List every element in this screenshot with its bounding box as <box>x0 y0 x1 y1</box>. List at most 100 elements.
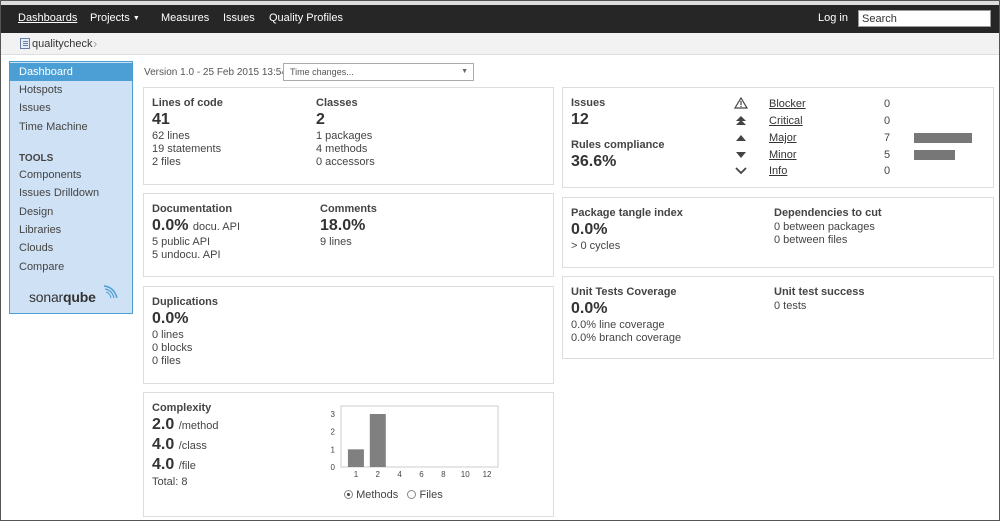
severity-info-link[interactable]: Info <box>769 165 787 177</box>
lines-count[interactable]: 62 lines <box>152 130 190 142</box>
packages-count[interactable]: 1 packages <box>316 130 372 142</box>
files-count[interactable]: 2 files <box>152 156 181 168</box>
methods-count[interactable]: 4 methods <box>316 143 367 155</box>
chart-x-tick: 12 <box>483 470 492 479</box>
documentation-value[interactable]: 0.0% docu. API <box>152 217 240 235</box>
breadcrumb-project[interactable]: qualitycheck <box>32 38 93 50</box>
sidebar-item-libraries[interactable]: Libraries <box>10 221 132 239</box>
line-coverage[interactable]: 0.0% line coverage <box>571 319 665 331</box>
sidebar-item-clouds[interactable]: Clouds <box>10 239 132 257</box>
severity-major-bar <box>914 133 972 143</box>
class-value: 4.0 <box>152 436 175 453</box>
undocumented-api-count[interactable]: 5 undocu. API <box>152 249 221 261</box>
sidebar-item-dashboard[interactable]: Dashboard <box>10 63 132 81</box>
severity-blocker-count: 0 <box>884 98 891 110</box>
statements-count[interactable]: 19 statements <box>152 143 221 155</box>
severity-info-count: 0 <box>884 165 891 177</box>
branch-coverage[interactable]: 0.0% branch coverage <box>571 332 681 344</box>
severity-minor-bar <box>914 150 955 160</box>
duplicated-lines[interactable]: 0 lines <box>152 329 184 341</box>
nav-dashboards[interactable]: Dashboards <box>18 12 77 24</box>
login-link[interactable]: Log in <box>818 12 848 24</box>
sonarqube-logo: sonarqube <box>29 289 96 305</box>
chart-plot-area <box>340 405 499 468</box>
severity-minor-link[interactable]: Minor <box>769 149 797 161</box>
chart-bar-1 <box>347 449 364 467</box>
chart-x-tick: 6 <box>419 470 424 479</box>
severity-major-link[interactable]: Major <box>769 132 797 144</box>
methods-radio[interactable] <box>344 490 353 499</box>
chart-y-tick: 0 <box>331 463 336 472</box>
complexity-distribution-chart: 0123 1 2 4 6 8 10 12 <box>331 405 499 479</box>
severity-major-count: 7 <box>884 132 891 144</box>
sidebar-item-components[interactable]: Components <box>10 166 132 184</box>
package-tangle-widget: Package tangle index 0.0% > 0 cycles Dep… <box>562 197 994 268</box>
files-radio-label[interactable]: Files <box>420 489 443 501</box>
severity-critical-link[interactable]: Critical <box>769 115 803 127</box>
dropdown-arrow-icon: ▼ <box>461 68 468 75</box>
rules-compliance-value[interactable]: 36.6% <box>571 153 616 171</box>
issues-value[interactable]: 12 <box>571 111 589 129</box>
between-files[interactable]: 0 between files <box>774 234 847 246</box>
search-input[interactable] <box>858 10 991 27</box>
duplicated-blocks[interactable]: 0 blocks <box>152 342 192 354</box>
duplications-value[interactable]: 0.0% <box>152 310 188 328</box>
issues-label: Issues <box>571 97 606 109</box>
rules-compliance-label: Rules compliance <box>571 139 665 151</box>
complexity-per-method[interactable]: 2.0 /method <box>152 416 218 434</box>
sidebar-item-time-machine[interactable]: Time Machine <box>10 118 132 136</box>
test-success-label: Unit test success <box>774 286 865 298</box>
duplicated-files[interactable]: 0 files <box>152 355 181 367</box>
critical-icon <box>736 116 746 125</box>
class-unit: /class <box>178 440 207 452</box>
methods-radio-label[interactable]: Methods <box>356 489 398 501</box>
chevron-right-icon: › <box>93 36 98 51</box>
time-changes-select[interactable]: Time changes... ▼ <box>283 63 474 81</box>
time-changes-value: Time changes... <box>290 67 354 77</box>
version-info: Version 1.0 - 25 Feb 2015 13:54 <box>144 67 287 78</box>
public-api-count[interactable]: 5 public API <box>152 236 210 248</box>
sidebar-item-design[interactable]: Design <box>10 203 132 221</box>
info-icon <box>735 167 747 175</box>
comments-label: Comments <box>320 203 377 215</box>
chart-x-tick: 2 <box>376 470 381 479</box>
comments-value[interactable]: 18.0% <box>320 217 365 235</box>
complexity-per-class[interactable]: 4.0 /class <box>152 436 207 454</box>
files-radio[interactable] <box>407 490 417 499</box>
documentation-widget: Documentation 0.0% docu. API 5 public AP… <box>143 193 554 277</box>
comment-lines[interactable]: 9 lines <box>320 236 352 248</box>
tests-count[interactable]: 0 tests <box>774 300 806 312</box>
nav-measures[interactable]: Measures <box>161 12 209 24</box>
loc-value[interactable]: 41 <box>152 111 170 129</box>
major-icon <box>736 135 746 141</box>
sidebar-item-issues[interactable]: Issues <box>10 99 132 117</box>
between-packages[interactable]: 0 between packages <box>774 221 875 233</box>
tangle-cycles[interactable]: > 0 cycles <box>571 240 620 252</box>
classes-value[interactable]: 2 <box>316 111 325 129</box>
accessors-count[interactable]: 0 accessors <box>316 156 375 168</box>
severity-blocker-link[interactable]: Blocker <box>769 98 806 110</box>
logo-text-b: qube <box>63 289 96 305</box>
breadcrumb: qualitycheck › <box>1 33 999 55</box>
dependencies-label: Dependencies to cut <box>774 207 882 219</box>
project-icon <box>20 38 30 49</box>
sidebar-tools-heading: TOOLS <box>19 153 54 164</box>
nav-projects[interactable]: Projects ▼ <box>90 12 140 24</box>
complexity-per-file[interactable]: 4.0 /file <box>152 456 196 474</box>
chevron-down-icon: ▼ <box>132 15 140 22</box>
nav-issues[interactable]: Issues <box>223 12 255 24</box>
file-value: 4.0 <box>152 456 175 473</box>
chart-x-tick: 4 <box>397 470 402 479</box>
sidebar-item-compare[interactable]: Compare <box>10 258 132 276</box>
nav-quality-profiles[interactable]: Quality Profiles <box>269 12 343 24</box>
coverage-value[interactable]: 0.0% <box>571 300 607 318</box>
complexity-label: Complexity <box>152 402 212 414</box>
sidebar-item-hotspots[interactable]: Hotspots <box>10 81 132 99</box>
duplications-widget: Duplications 0.0% 0 lines 0 blocks 0 fil… <box>143 286 554 384</box>
method-unit: /method <box>178 420 219 432</box>
size-widget: Lines of code 41 62 lines 19 statements … <box>143 87 554 185</box>
tangle-value[interactable]: 0.0% <box>571 221 607 239</box>
sidebar-item-issues-drilldown[interactable]: Issues Drilldown <box>10 184 132 202</box>
chart-y-tick: 1 <box>331 445 336 454</box>
complexity-widget: Complexity 2.0 /method 4.0 /class 4.0 /f… <box>143 392 554 517</box>
